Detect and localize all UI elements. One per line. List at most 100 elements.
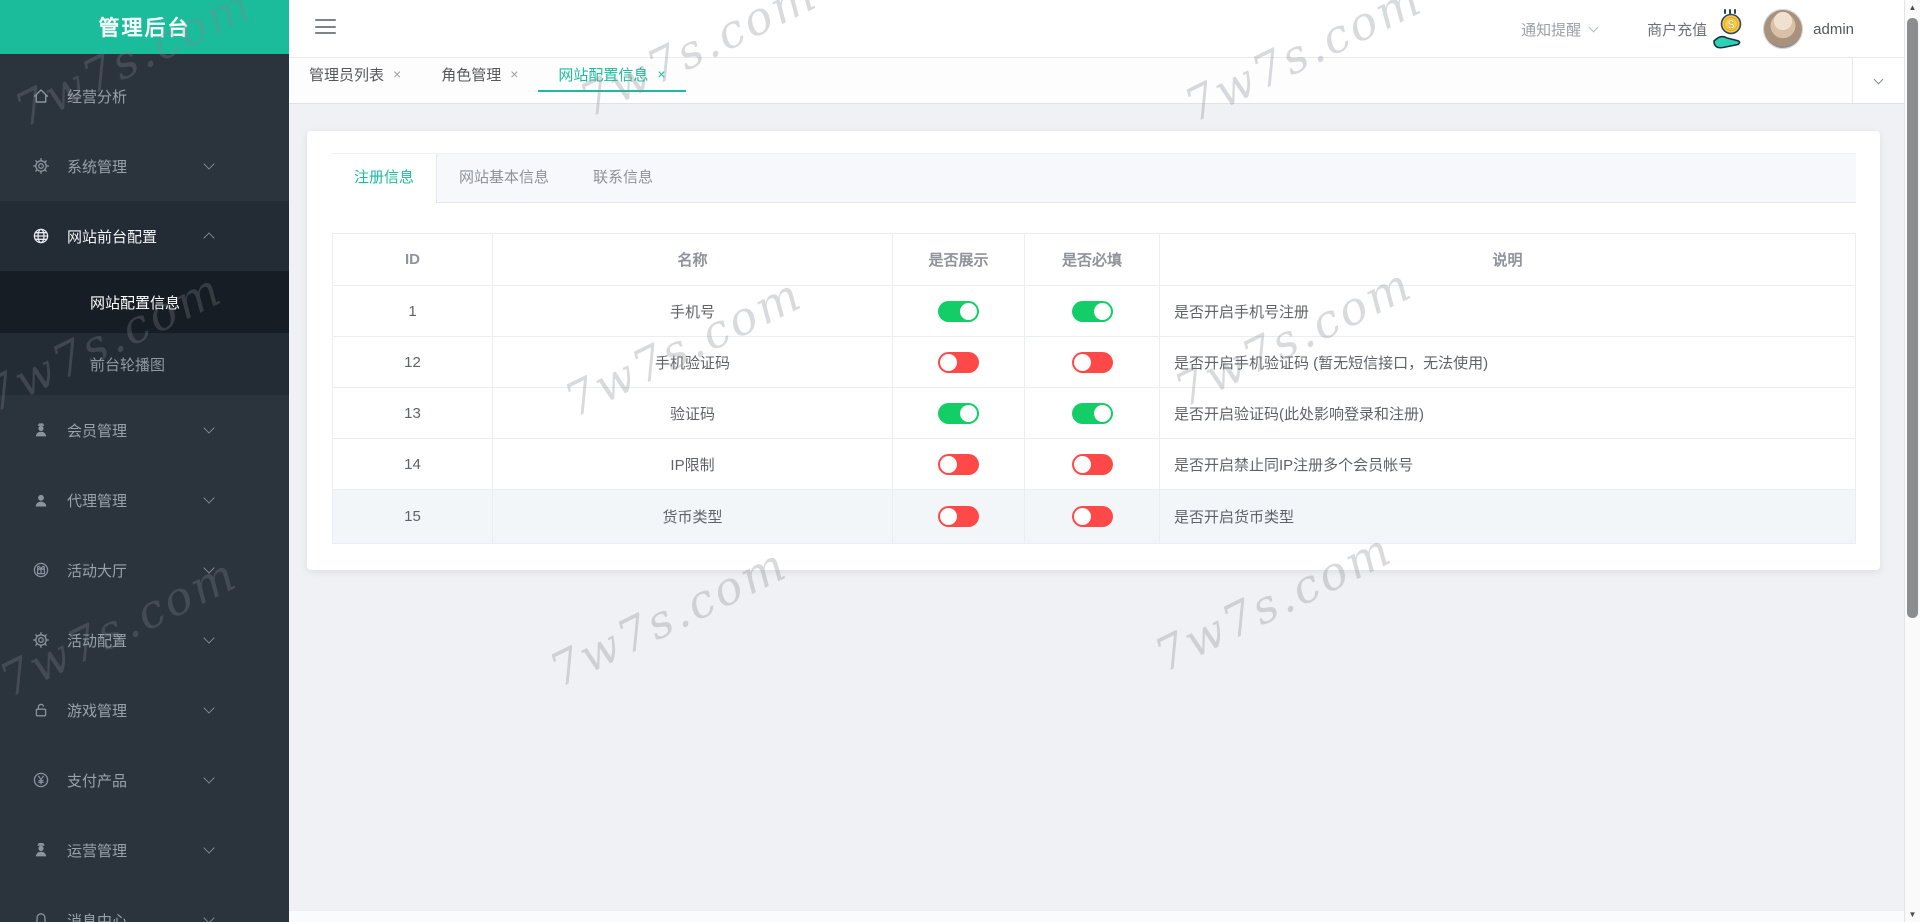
cell-id: 13 <box>332 387 493 439</box>
column-header: 是否必填 <box>1024 233 1160 286</box>
panel-tabs: 注册信息 网站基本信息 联系信息 <box>332 153 1856 203</box>
cell-id: 1 <box>332 285 493 337</box>
avatar[interactable] <box>1763 9 1804 49</box>
chevron-down-icon <box>1873 74 1884 84</box>
sidebar-item-game-management[interactable]: 游戏管理 <box>0 675 289 745</box>
required-toggle[interactable] <box>1071 506 1113 527</box>
cell-required <box>1024 336 1160 388</box>
sidebar-item-activity-config[interactable]: 活动配置 <box>0 605 289 675</box>
table-row: 15 货币类型 是否开启货币类型 <box>332 489 1856 544</box>
sidebar-item-label: 活动配置 <box>67 632 128 650</box>
hamburger-menu-icon[interactable] <box>315 19 336 36</box>
sidebar-item-activity-hall[interactable]: 活动大厅 <box>0 535 289 605</box>
close-icon[interactable]: × <box>510 66 518 82</box>
sidebar-item-label: 经营分析 <box>67 88 128 106</box>
chevron-down-icon <box>203 842 215 854</box>
username[interactable]: admin <box>1813 21 1854 38</box>
sidebar-subitem-label: 前台轮播图 <box>90 356 166 374</box>
svg-text:$: $ <box>1728 18 1735 32</box>
topbar: 通知提醒 商户充值 $ admin <box>289 0 1920 58</box>
chevron-down-icon <box>203 702 215 714</box>
tab-list-dropdown-button[interactable] <box>1852 58 1904 103</box>
column-header: ID <box>332 233 493 286</box>
cell-description: 是否开启手机验证码 (暂无短信接口，无法使用) <box>1159 336 1856 388</box>
show-toggle[interactable] <box>938 506 979 527</box>
close-icon[interactable]: × <box>657 66 665 82</box>
table-row: 12 手机验证码 是否开启手机验证码 (暂无短信接口，无法使用) <box>332 336 1856 388</box>
required-toggle[interactable] <box>1071 453 1113 475</box>
content-area: 注册信息 网站基本信息 联系信息 ID 名称 是否展示 是否必填 说明 1 手机号是否开启手机… <box>289 104 1920 922</box>
cell-show <box>892 336 1025 388</box>
cell-name: 验证码 <box>492 387 893 439</box>
close-icon[interactable]: × <box>393 66 401 82</box>
sidebar-item-payment-products[interactable]: 支付产品 <box>0 745 289 815</box>
column-header: 是否展示 <box>892 233 1025 286</box>
horizontal-scrollbar[interactable] <box>289 910 1904 922</box>
panel-tab-site-basic-info[interactable]: 网站基本信息 <box>437 154 571 202</box>
tab-site-config-info[interactable]: 网站配置信息 × <box>538 58 686 92</box>
chevron-down-icon <box>1588 22 1599 33</box>
sidebar-item-site-config-info[interactable]: 网站配置信息 <box>0 271 289 333</box>
panel-tab-register-info[interactable]: 注册信息 <box>332 154 438 203</box>
cell-id: 12 <box>332 336 493 388</box>
merchant-recharge-button[interactable]: 商户充值 $ <box>1647 9 1749 49</box>
sidebar-item-label: 支付产品 <box>67 772 128 790</box>
cell-required <box>1024 387 1160 439</box>
cell-required <box>1024 285 1160 337</box>
table-header-row: ID 名称 是否展示 是否必填 说明 <box>332 233 1856 286</box>
required-toggle[interactable] <box>1071 351 1113 373</box>
sidebar-item-frontend-carousel[interactable]: 前台轮播图 <box>0 333 289 395</box>
chevron-down-icon <box>203 158 215 170</box>
user-icon <box>32 491 50 509</box>
cell-id: 14 <box>332 438 493 490</box>
app-logo: 管理后台 <box>0 0 289 54</box>
chevron-down-icon <box>203 772 215 784</box>
tab-label: 网站配置信息 <box>558 66 649 84</box>
required-toggle[interactable] <box>1071 402 1113 424</box>
gear-icon <box>32 157 50 175</box>
scroll-down-button[interactable]: ▼ <box>1905 910 1920 919</box>
sidebar-item-label: 系统管理 <box>67 158 128 176</box>
tab-admin-list[interactable]: 管理员列表 × <box>289 58 421 92</box>
merchant-recharge-label: 商户充值 <box>1647 21 1708 39</box>
sidebar-item-agent-management[interactable]: 代理管理 <box>0 465 289 535</box>
chevron-down-icon <box>203 422 215 434</box>
sidebar-item-label: 游戏管理 <box>67 702 128 720</box>
sidebar-item-operation-management[interactable]: 运营管理 <box>0 815 289 885</box>
show-toggle[interactable] <box>938 453 979 475</box>
panel-tab-contact-info[interactable]: 联系信息 <box>571 154 675 202</box>
cell-description: 是否开启禁止同IP注册多个会员帐号 <box>1159 438 1856 490</box>
tab-role-management[interactable]: 角色管理 × <box>421 58 538 92</box>
sidebar-item-label: 活动大厅 <box>67 562 128 580</box>
sidebar-item-message-center[interactable]: 消息中心 <box>0 885 289 922</box>
cell-description: 是否开启手机号注册 <box>1159 285 1856 337</box>
show-toggle[interactable] <box>938 351 979 373</box>
sidebar-item-label: 消息中心 <box>67 912 128 922</box>
yen-icon <box>32 771 50 789</box>
sidebar-subitem-label: 网站配置信息 <box>90 294 181 312</box>
gift-icon <box>32 561 50 579</box>
notification-dropdown[interactable]: 通知提醒 <box>1521 19 1599 40</box>
sidebar-item-site-frontend-config[interactable]: 网站前台配置 <box>0 201 289 271</box>
cell-name: 手机号 <box>492 285 893 337</box>
cell-description: 是否开启货币类型 <box>1159 489 1856 544</box>
sidebar-item-label: 代理管理 <box>67 492 128 510</box>
scroll-up-button[interactable]: ▲ <box>1905 3 1920 12</box>
sidebar-item-member-management[interactable]: 会员管理 <box>0 395 289 465</box>
show-toggle[interactable] <box>938 300 979 322</box>
table-row: 14 IP限制 是否开启禁止同IP注册多个会员帐号 <box>332 438 1856 490</box>
required-toggle[interactable] <box>1071 300 1113 322</box>
cell-name: IP限制 <box>492 438 893 490</box>
column-header: 说明 <box>1159 233 1856 286</box>
content-card: 注册信息 网站基本信息 联系信息 ID 名称 是否展示 是否必填 说明 1 手机号是否开启手机… <box>307 131 1880 570</box>
scrollbar-thumb[interactable] <box>1907 18 1918 618</box>
cell-show <box>892 438 1025 490</box>
show-toggle[interactable] <box>938 402 979 424</box>
sidebar-item-system-management[interactable]: 系统管理 <box>0 131 289 201</box>
column-header: 名称 <box>492 233 893 286</box>
bell-icon <box>32 911 50 922</box>
notification-label: 通知提醒 <box>1521 21 1582 39</box>
cell-name: 手机验证码 <box>492 336 893 388</box>
sidebar-item-business-analysis[interactable]: 经营分析 <box>0 61 289 131</box>
sidebar-item-label: 网站前台配置 <box>67 228 158 246</box>
